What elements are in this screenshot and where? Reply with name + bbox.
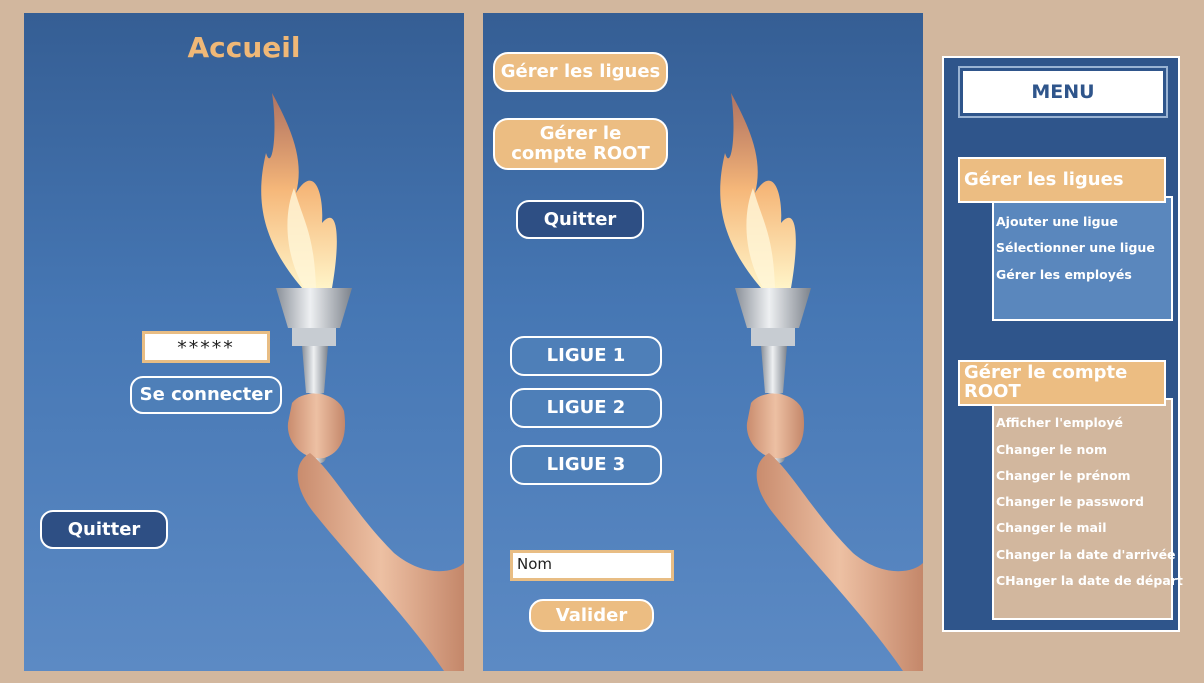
manage-root-button[interactable]: Gérer le compte ROOT <box>493 118 668 170</box>
menu-category-leagues[interactable]: Gérer les ligues <box>958 157 1166 203</box>
league-2-button[interactable]: LIGUE 2 <box>510 388 662 428</box>
menu-category-root[interactable]: Gérer le compte ROOT <box>958 360 1166 406</box>
password-field[interactable]: ***** <box>142 331 270 363</box>
menu-item-change-mail[interactable]: Changer le mail <box>996 520 1107 535</box>
connect-button[interactable]: Se connecter <box>130 376 282 414</box>
quit-button[interactable]: Quitter <box>40 510 168 549</box>
quit-button[interactable]: Quitter <box>516 200 644 239</box>
torch-illustration <box>720 93 923 671</box>
menu-item-change-arrival-date[interactable]: Changer la date d'arrivée <box>996 547 1176 562</box>
menu-item-manage-employees[interactable]: Gérer les employés <box>996 267 1132 282</box>
menu-item-change-password[interactable]: Changer le password <box>996 494 1144 509</box>
league-3-button[interactable]: LIGUE 3 <box>510 445 662 485</box>
menu-item-show-employee[interactable]: Afficher l'employé <box>996 415 1123 430</box>
menu-item-select-league[interactable]: Sélectionner une ligue <box>996 240 1155 255</box>
menu-panel: MENU Gérer les ligues Ajouter une ligue … <box>942 56 1183 632</box>
menu-item-add-league[interactable]: Ajouter une ligue <box>996 214 1118 229</box>
validate-button[interactable]: Valider <box>529 599 654 632</box>
menu-item-change-name[interactable]: Changer le nom <box>996 442 1107 457</box>
login-screen: Accueil ***** Se connecter Quitter <box>24 13 464 671</box>
admin-screen: Gérer les ligues Gérer le compte ROOT Qu… <box>483 13 923 671</box>
manage-leagues-button[interactable]: Gérer les ligues <box>493 52 668 92</box>
page-title: Accueil <box>187 31 301 64</box>
menu-item-change-firstname[interactable]: Changer le prénom <box>996 468 1131 483</box>
name-field[interactable]: Nom <box>510 550 674 581</box>
menu-item-change-departure-date[interactable]: CHanger la date de départ <box>996 573 1183 588</box>
menu-title: MENU <box>958 66 1168 118</box>
league-1-button[interactable]: LIGUE 1 <box>510 336 662 376</box>
